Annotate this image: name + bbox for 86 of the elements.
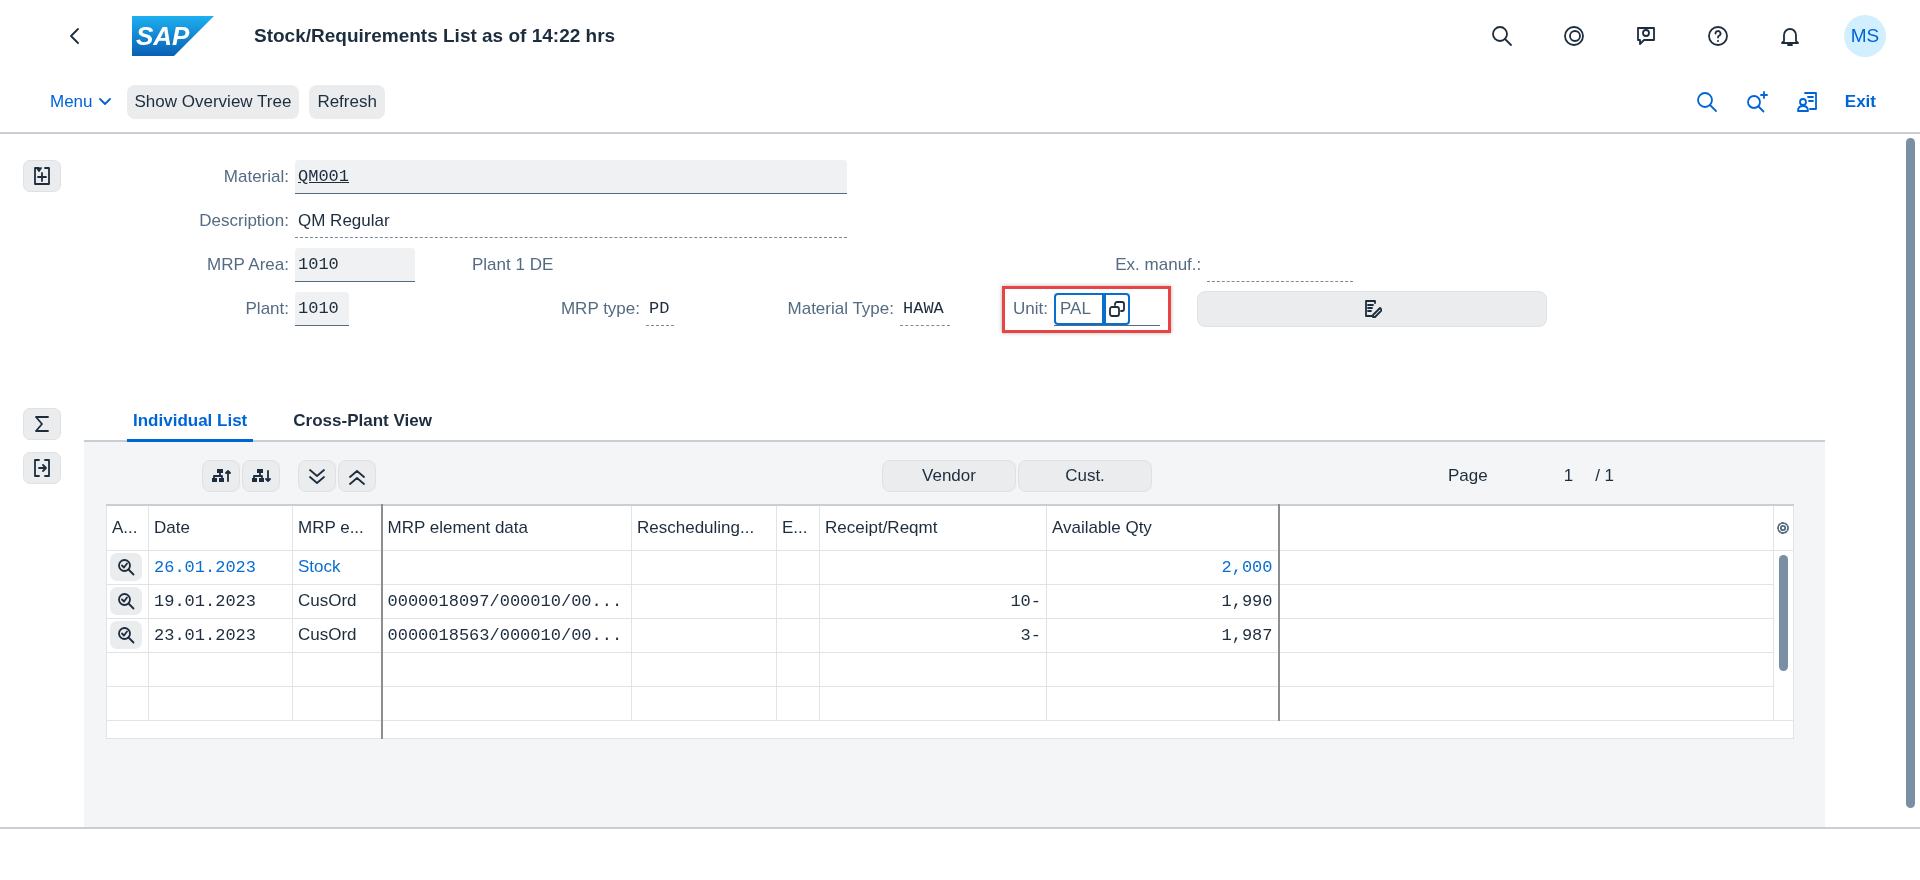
user-avatar[interactable]: MS xyxy=(1844,15,1886,57)
table-cell: CusOrd xyxy=(292,584,382,618)
tab[interactable]: Cross-Plant View xyxy=(287,411,438,442)
zoom-check-icon xyxy=(117,592,135,610)
field-label: Material: xyxy=(222,167,290,187)
table-cell: 3- xyxy=(819,618,1047,652)
collapse-all-button[interactable] xyxy=(338,460,376,492)
table-cell: 26.01.2023 xyxy=(148,550,293,584)
settings-icon xyxy=(1776,521,1790,535)
details-button[interactable] xyxy=(110,621,142,649)
page-label: Page xyxy=(1448,466,1488,486)
sigma-icon xyxy=(35,415,49,433)
column-header[interactable]: A... xyxy=(106,505,149,550)
zoom-check-icon xyxy=(117,626,135,644)
settings-button[interactable] xyxy=(1794,90,1819,114)
table-cell: 19.01.2023 xyxy=(148,584,293,618)
chat-smiley-icon xyxy=(1634,24,1658,48)
filter-button[interactable]: Cust. xyxy=(1018,460,1152,492)
zoom-check-icon xyxy=(117,558,135,576)
company-logo: SAP xyxy=(132,16,214,56)
field-label: Material Type: xyxy=(786,299,895,319)
menu-button[interactable]: Menu xyxy=(50,92,117,112)
field-label: MRP type: xyxy=(559,299,641,319)
column-header[interactable]: MRP element data xyxy=(381,505,632,550)
toolbar-button[interactable]: Show Overview Tree xyxy=(126,85,300,119)
copy-icon xyxy=(1107,299,1126,318)
person-list-icon xyxy=(1794,90,1819,114)
hierarchy-up-icon xyxy=(211,467,231,485)
unit-input-field[interactable]: PAL xyxy=(1053,292,1104,325)
search-icon xyxy=(1694,90,1719,114)
field-label: Description: xyxy=(198,211,290,231)
column-header[interactable]: Date xyxy=(148,505,293,550)
display-field: PD xyxy=(646,292,674,326)
move-down-button[interactable] xyxy=(242,460,280,492)
expand-header-button[interactable] xyxy=(23,160,61,192)
find-button[interactable] xyxy=(1694,90,1719,114)
table-cell: 0000018097/000010/00... xyxy=(381,584,632,618)
back-icon xyxy=(69,27,81,45)
totals-button[interactable] xyxy=(23,408,61,440)
hierarchy-down-icon xyxy=(251,467,271,485)
add-box-icon xyxy=(32,166,52,186)
plant-name: Plant 1 DE xyxy=(472,255,554,275)
search-plus-icon xyxy=(1744,90,1769,114)
filter-button[interactable]: Vendor xyxy=(882,460,1016,492)
chevron-down-icon xyxy=(98,98,111,106)
help-icon xyxy=(1706,24,1730,48)
find-next-button[interactable] xyxy=(1744,90,1769,114)
input-field[interactable]: 1010 xyxy=(295,248,415,282)
scrollbar-thumb[interactable] xyxy=(1905,138,1915,808)
field-label: MRP Area: xyxy=(206,255,290,275)
search-icon xyxy=(1490,24,1514,48)
column-header[interactable]: Available Qty xyxy=(1046,505,1279,550)
column-header[interactable]: Rescheduling... xyxy=(631,505,777,550)
table-cell: 1,987 xyxy=(1046,618,1279,652)
details-button[interactable] xyxy=(110,587,142,615)
input-field[interactable]: 1010 xyxy=(295,292,349,326)
page-total: / 1 xyxy=(1595,466,1615,486)
column-header[interactable]: MRP e... xyxy=(292,505,382,550)
move-up-button[interactable] xyxy=(202,460,240,492)
table-cell: 0000018563/000010/00... xyxy=(381,618,632,652)
details-button[interactable] xyxy=(110,553,142,581)
table-cell: 23.01.2023 xyxy=(148,618,293,652)
column-header[interactable]: E... xyxy=(776,505,820,550)
double-chevron-down-icon xyxy=(307,467,327,485)
field-label: Plant: xyxy=(244,299,290,319)
page-number: 1 xyxy=(1563,466,1574,486)
field-label: Unit: xyxy=(1013,299,1049,319)
box-arrow-icon xyxy=(32,458,52,478)
scrollbar-thumb[interactable] xyxy=(1779,554,1788,671)
expand-all-button[interactable] xyxy=(298,460,336,492)
navigate-button[interactable] xyxy=(23,452,61,484)
value-help-button[interactable] xyxy=(1103,292,1130,325)
table-cell: 10- xyxy=(819,584,1047,618)
field-label: Ex. manuf.: xyxy=(1114,255,1203,275)
page-title: Stock/Requirements List as of 14:22 hrs xyxy=(254,25,616,47)
display-field: HAWA xyxy=(900,292,950,326)
double-chevron-up-icon xyxy=(347,467,367,485)
exit-button[interactable]: Exit xyxy=(1844,92,1876,112)
toolbar-button[interactable]: Refresh xyxy=(309,85,385,119)
table-cell: 1,990 xyxy=(1046,584,1279,618)
table-cell: CusOrd xyxy=(292,618,382,652)
column-header[interactable]: Receipt/Reqmt xyxy=(819,505,1047,550)
display-field: QM Regular xyxy=(295,204,847,238)
input-field[interactable]: QM001 xyxy=(295,160,847,194)
table-cell: Stock xyxy=(292,550,382,584)
table-cell: 2,000 xyxy=(1046,550,1279,584)
